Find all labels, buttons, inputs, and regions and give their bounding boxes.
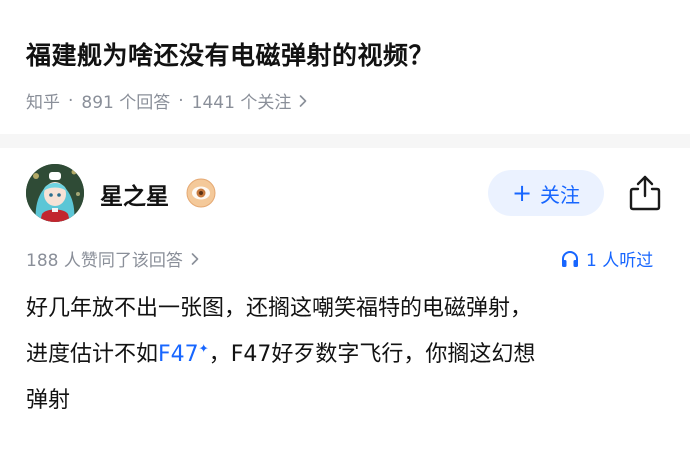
chevron-right-icon — [191, 252, 199, 265]
share-icon[interactable] — [628, 174, 662, 212]
sparkle-icon: ✦ — [198, 341, 209, 356]
follow-label: 关注 — [540, 182, 581, 207]
f47-link[interactable]: F47✦ — [158, 342, 209, 367]
question-meta[interactable]: 知乎 · 891 个回答 · 1441 个关注 — [26, 88, 307, 113]
likes-count: 188 人赞同了该回答 — [26, 251, 183, 271]
question-header: 福建舰为啥还没有电磁弹射的视频？ 知乎 · 891 个回答 · 1441 个关注 — [0, 0, 690, 134]
answer-body: 好几年放不出一张图，还搁这嘲笑福特的电磁弹射， 进度估计不如F47✦，F47好歹… — [26, 286, 670, 424]
chevron-right-icon — [300, 94, 307, 107]
avatar-image — [26, 164, 84, 222]
follow-button[interactable]: + 关注 — [488, 170, 604, 216]
donut-badge-icon — [186, 178, 216, 208]
question-title[interactable]: 福建舰为啥还没有电磁弹射的视频？ — [26, 36, 434, 72]
section-divider — [0, 134, 690, 148]
follower-count: 1441 个关注 — [191, 93, 292, 113]
answer-line: 好几年放不出一张图，还搁这嘲笑福特的电磁弹射， — [26, 296, 533, 321]
avatar[interactable] — [26, 164, 84, 222]
answer-text: 进度估计不如 — [26, 342, 159, 367]
answer-count: 891 个回答 — [81, 93, 171, 113]
meta-separator: · — [68, 90, 74, 111]
answer-line: 弹射 — [26, 388, 71, 413]
plus-icon: + — [511, 179, 533, 207]
source-label: 知乎 — [26, 93, 60, 113]
likes-row[interactable]: 188 人赞同了该回答 — [26, 246, 199, 271]
answer-text: ，F47好歹数字飞行，你搁这幻想 — [208, 342, 536, 367]
answer-line: 进度估计不如F47✦，F47好歹数字飞行，你搁这幻想 — [26, 332, 670, 378]
listen-count: 1 人听过 — [586, 251, 654, 271]
answer-page: 福建舰为啥还没有电磁弹射的视频？ 知乎 · 891 个回答 · 1441 个关注 — [0, 0, 690, 458]
author-name[interactable]: 星之星 — [100, 177, 169, 211]
headphones-icon — [562, 250, 578, 267]
meta-separator: · — [178, 90, 184, 111]
listen-button[interactable]: 1 人听过 — [560, 246, 653, 271]
f47-link-text: F47 — [158, 342, 199, 367]
